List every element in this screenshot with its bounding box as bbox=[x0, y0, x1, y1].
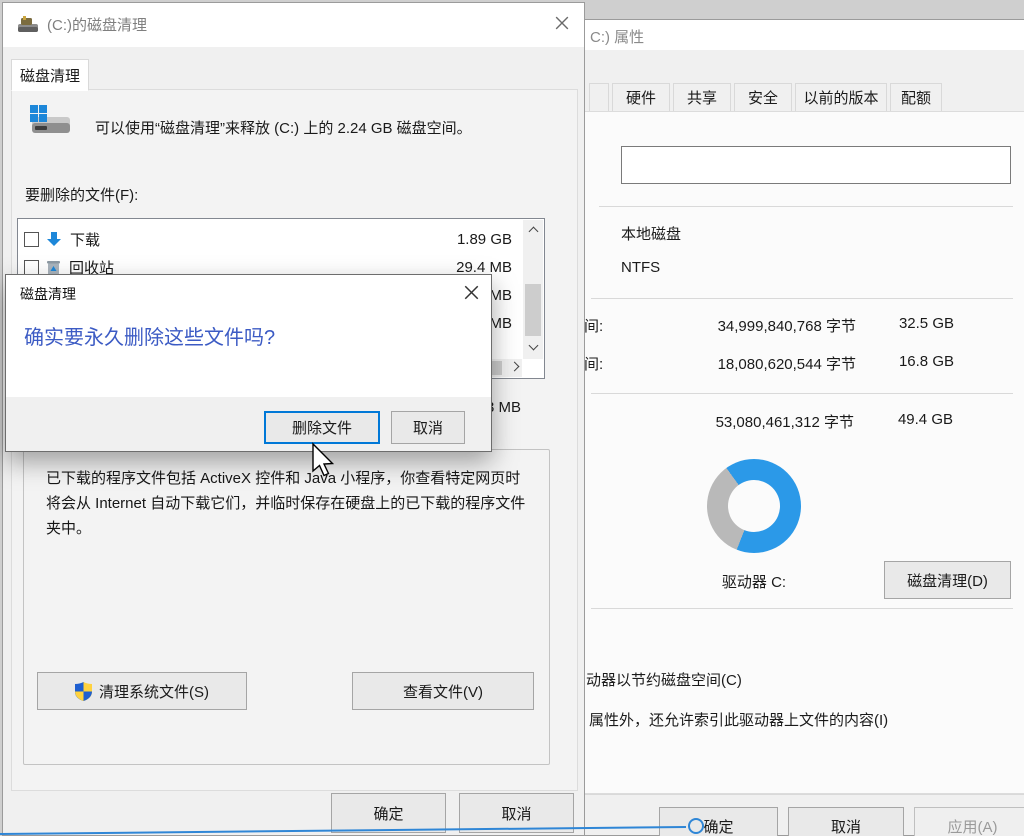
index-contents-checkbox-label[interactable]: 属性外，还允许索引此驱动器上文件的内容(I) bbox=[589, 709, 888, 730]
disk-usage-donut-chart bbox=[707, 459, 801, 553]
recycle-bin-checkbox[interactable] bbox=[24, 259, 39, 275]
cleanup-cancel-button[interactable]: 取消 bbox=[459, 793, 574, 833]
file-size: 29.4 MB bbox=[456, 258, 512, 276]
drive-label: 驱动器 C: bbox=[721, 574, 787, 591]
file-size: MB bbox=[489, 314, 513, 332]
volume-label-input[interactable] bbox=[621, 146, 1011, 184]
scrollbar-thumb[interactable] bbox=[525, 284, 541, 336]
scroll-up-icon[interactable] bbox=[528, 226, 538, 237]
properties-ok-button[interactable]: 确定 bbox=[659, 807, 778, 836]
used-space-bytes: 34,999,840,768 字节 bbox=[717, 318, 856, 335]
properties-cancel-button[interactable]: 取消 bbox=[788, 807, 904, 836]
cleanup-app-icon bbox=[17, 15, 39, 40]
scroll-right-icon[interactable] bbox=[509, 361, 520, 372]
confirm-title: 磁盘清理 bbox=[20, 286, 76, 302]
cleanup-titlebar: (C:)的磁盘清理 bbox=[3, 3, 584, 47]
free-space-bytes: 18,080,620,544 字节 bbox=[717, 356, 856, 373]
cleanup-close-icon[interactable] bbox=[550, 11, 574, 35]
separator bbox=[591, 608, 1013, 609]
separator bbox=[599, 206, 1013, 207]
capacity-size: 49.4 GB bbox=[897, 411, 953, 428]
properties-title: C:) 属性 bbox=[590, 29, 645, 46]
cleanup-intro-text: 可以使用“磁盘清理”来释放 (C:) 上的 2.24 GB 磁盘空间。 bbox=[95, 120, 472, 137]
view-files-button[interactable]: 查看文件(V) bbox=[352, 672, 534, 710]
separator bbox=[591, 393, 1013, 394]
file-size: 1.89 GB bbox=[456, 230, 512, 248]
confirm-delete-dialog: 磁盘清理 确实要永久删除这些文件吗? 删除文件 取消 bbox=[5, 274, 492, 452]
cleanup-ok-button[interactable]: 确定 bbox=[331, 793, 446, 833]
confirm-cancel-button[interactable]: 取消 bbox=[391, 411, 465, 444]
tab-security[interactable]: 安全 bbox=[734, 83, 792, 112]
capacity-bytes: 53,080,461,312 字节 bbox=[715, 414, 854, 431]
tab-fragment[interactable] bbox=[589, 83, 609, 112]
download-icon bbox=[46, 231, 62, 248]
downloads-checkbox[interactable] bbox=[24, 231, 39, 247]
tab-hardware[interactable]: 硬件 bbox=[612, 83, 670, 112]
used-space-label: 间: bbox=[584, 318, 604, 335]
recycle-bin-icon bbox=[46, 259, 61, 276]
tab-disk-cleanup[interactable]: 磁盘清理 bbox=[11, 59, 89, 91]
files-to-delete-label: 要删除的文件(F): bbox=[25, 187, 139, 204]
confirm-close-icon[interactable] bbox=[459, 280, 483, 304]
tab-previous-versions[interactable]: 以前的版本 bbox=[795, 83, 887, 112]
tab-quota[interactable]: 配额 bbox=[890, 83, 942, 112]
cleanup-title: (C:)的磁盘清理 bbox=[47, 17, 147, 34]
tab-sharing[interactable]: 共享 bbox=[673, 83, 731, 112]
file-item-downloads[interactable]: 下载 1.89 GB bbox=[24, 225, 512, 253]
scroll-down-icon[interactable] bbox=[528, 340, 538, 351]
free-space-size: 16.8 GB bbox=[898, 353, 954, 370]
file-system-value: NTFS bbox=[621, 259, 661, 276]
confirm-message: 确实要永久删除这些文件吗? bbox=[24, 327, 276, 349]
drive-type-value: 本地磁盘 bbox=[621, 226, 682, 243]
used-space-size: 32.5 GB bbox=[898, 315, 954, 332]
free-space-label: 间: bbox=[584, 356, 604, 373]
properties-apply-button: 应用(A) bbox=[914, 807, 1024, 836]
vertical-scrollbar[interactable] bbox=[523, 220, 543, 359]
disk-cleanup-button[interactable]: 磁盘清理(D) bbox=[884, 561, 1011, 599]
description-text: 已下载的程序文件包括 ActiveX 控件和 Java 小程序，你查看特定网页时… bbox=[46, 470, 526, 537]
compress-drive-checkbox-label[interactable]: 动器以节约磁盘空间(C) bbox=[586, 669, 742, 690]
delete-files-button[interactable]: 删除文件 bbox=[264, 411, 380, 444]
description-groupbox: 已下载的程序文件包括 ActiveX 控件和 Java 小程序，你查看特定网页时… bbox=[23, 449, 550, 765]
clean-system-files-button[interactable]: 清理系统文件(S) bbox=[37, 672, 247, 710]
uac-shield-icon bbox=[75, 681, 92, 701]
separator bbox=[591, 298, 1013, 299]
file-size: MB bbox=[489, 286, 513, 304]
drive-icon bbox=[28, 103, 72, 144]
